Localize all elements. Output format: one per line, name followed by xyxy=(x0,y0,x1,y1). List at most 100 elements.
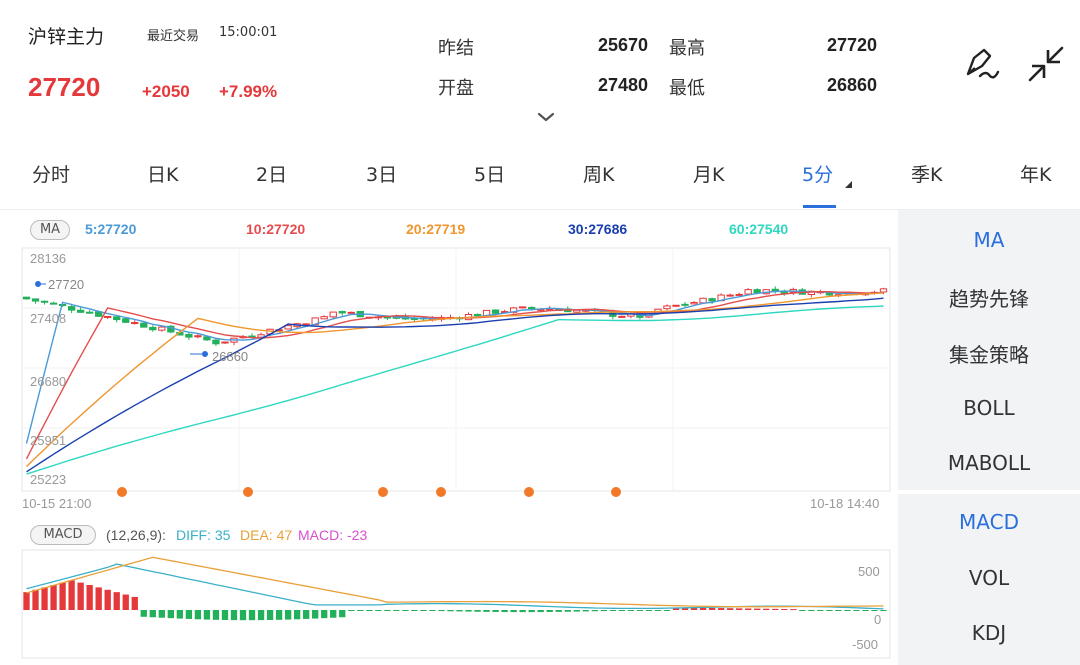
chart-area[interactable]: MA 5:27720 10:27720 20:27719 30:27686 60… xyxy=(0,210,898,665)
tab-quarterly-k[interactable]: 季K xyxy=(911,160,942,187)
macd-bar xyxy=(312,610,319,619)
candle xyxy=(194,335,202,338)
candle xyxy=(104,315,112,318)
macd-bar xyxy=(239,610,247,621)
indicator-kdj[interactable]: KDJ xyxy=(898,621,1080,645)
tab-yearly-k[interactable]: 年K xyxy=(1020,160,1051,187)
candle xyxy=(76,309,85,313)
macd-macd-value: MACD: -23 xyxy=(298,527,368,543)
y-tick-label: 26680 xyxy=(30,374,67,389)
kline-chart[interactable] xyxy=(0,210,898,665)
macd-bar xyxy=(77,582,84,610)
macd-bar xyxy=(880,610,887,611)
macd-bar xyxy=(564,610,571,612)
candle xyxy=(320,316,328,320)
macd-bar xyxy=(510,610,517,613)
indicator-fund-strategy[interactable]: 集金策略 xyxy=(898,339,1080,368)
candle xyxy=(40,300,49,303)
candle xyxy=(735,293,743,296)
macd-bar xyxy=(609,610,617,611)
event-marker xyxy=(611,487,621,497)
macd-bar xyxy=(221,610,229,621)
candle xyxy=(158,326,166,331)
macd-bar xyxy=(483,610,490,612)
last-price: 27720 xyxy=(28,72,101,102)
macd-bar xyxy=(41,587,48,610)
indicator-macd[interactable]: MACD xyxy=(898,510,1080,534)
draw-icon[interactable] xyxy=(962,44,1002,84)
macd-bar xyxy=(627,610,635,611)
candle xyxy=(708,298,716,302)
candle xyxy=(681,303,689,306)
panel-divider xyxy=(898,490,1080,494)
contract-name: 沪锌主力 xyxy=(28,26,105,48)
macd-bar xyxy=(591,610,598,612)
low-label: 最低 xyxy=(669,78,705,99)
macd-bar xyxy=(86,585,93,610)
macd-bar xyxy=(663,610,671,611)
tab-timeshare[interactable]: 分时 xyxy=(32,160,70,187)
active-tab-indicator xyxy=(803,205,836,208)
tab-5min[interactable]: 5分 xyxy=(802,160,833,187)
quote-header: 沪锌主力 最近交易 15:00:01 27720 +2050 +7.99% 昨结… xyxy=(0,0,1080,140)
chevron-down-icon[interactable] xyxy=(536,110,556,124)
tab-daily-k[interactable]: 日K xyxy=(147,160,178,187)
macd-bar xyxy=(176,610,184,619)
candle xyxy=(85,311,94,314)
ma30-value: 30:27686 xyxy=(568,221,628,237)
candle xyxy=(726,294,734,297)
indicator-boll[interactable]: BOLL xyxy=(898,396,1080,420)
tab-weekly-k[interactable]: 周K xyxy=(583,160,614,187)
y-tick-label: 25223 xyxy=(30,472,67,487)
macd-bar xyxy=(411,610,418,611)
macd-bar xyxy=(284,610,292,620)
y-tick-label: 27408 xyxy=(30,311,67,326)
event-marker xyxy=(524,487,534,497)
tab-2day[interactable]: 2日 xyxy=(256,160,287,187)
macd-bar xyxy=(293,610,301,620)
macd-bar xyxy=(167,610,175,619)
low-marker-label: 26860 xyxy=(212,349,249,364)
macd-bar xyxy=(772,608,779,610)
macd-bar xyxy=(835,610,842,611)
last-trade-time: 15:00:01 xyxy=(219,25,278,40)
candle xyxy=(347,311,355,314)
macd-bar xyxy=(636,610,644,611)
candle xyxy=(528,306,536,310)
ma-badge[interactable]: MA xyxy=(30,220,70,240)
ma60-value: 60:27540 xyxy=(729,221,789,237)
macd-bar xyxy=(366,610,373,611)
candle xyxy=(618,315,626,318)
tab-monthly-k[interactable]: 月K xyxy=(693,160,724,187)
macd-bar xyxy=(717,608,725,610)
macd-bar xyxy=(799,610,806,611)
macd-bar xyxy=(465,610,472,612)
macd-bar xyxy=(50,585,57,610)
macd-bar xyxy=(645,610,653,611)
candle xyxy=(518,306,527,309)
macd-bar xyxy=(257,610,265,621)
candle xyxy=(22,296,31,300)
tab-5day[interactable]: 5日 xyxy=(474,160,505,187)
collapse-icon[interactable] xyxy=(1026,44,1066,84)
macd-bar xyxy=(699,607,707,610)
macd-bar xyxy=(438,610,445,612)
ma60-line xyxy=(26,305,884,475)
indicator-trend-pioneer[interactable]: 趋势先锋 xyxy=(898,283,1080,312)
ma20-value: 20:27719 xyxy=(406,221,466,237)
ma10-line xyxy=(25,291,884,460)
macd-axis-label: 0 xyxy=(874,612,882,627)
macd-bar xyxy=(862,610,869,611)
price-change: +2050 xyxy=(142,82,190,101)
indicator-vol[interactable]: VOL xyxy=(898,566,1080,590)
candle xyxy=(780,291,788,294)
macd-bar xyxy=(420,610,427,611)
dropdown-triangle-icon[interactable] xyxy=(845,181,852,188)
indicator-maboll[interactable]: MABOLL xyxy=(898,451,1080,475)
prev-close-value: 25670 xyxy=(597,35,648,55)
macd-badge[interactable]: MACD xyxy=(30,525,96,545)
macd-bar xyxy=(302,610,310,619)
indicator-ma[interactable]: MA xyxy=(898,228,1080,252)
macd-bar xyxy=(248,610,256,621)
tab-3day[interactable]: 3日 xyxy=(366,160,397,187)
